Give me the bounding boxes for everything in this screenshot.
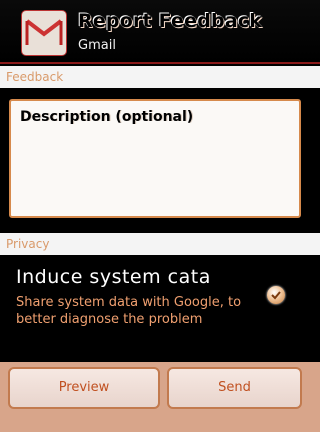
description-input[interactable]: Description (optional) — [9, 99, 301, 218]
title-bar: Report Feedback Gmail — [0, 0, 320, 64]
privacy-section-header: Privacy — [0, 233, 320, 255]
page-title: Report Feedback — [78, 10, 263, 32]
include-system-data-description: Share system data with Google, to better… — [16, 295, 242, 327]
gmail-envelope-icon — [22, 11, 66, 55]
preview-button[interactable]: Preview — [8, 367, 160, 409]
send-button[interactable]: Send — [167, 367, 302, 409]
description-placeholder: Description (optional) — [20, 109, 194, 125]
include-system-data-checkbox[interactable] — [267, 286, 285, 304]
app-subtitle: Gmail — [78, 38, 116, 53]
feedback-section-header: Feedback — [0, 66, 320, 88]
checkmark-icon — [271, 291, 281, 300]
include-system-data-label[interactable]: Induce system cata — [16, 266, 211, 288]
